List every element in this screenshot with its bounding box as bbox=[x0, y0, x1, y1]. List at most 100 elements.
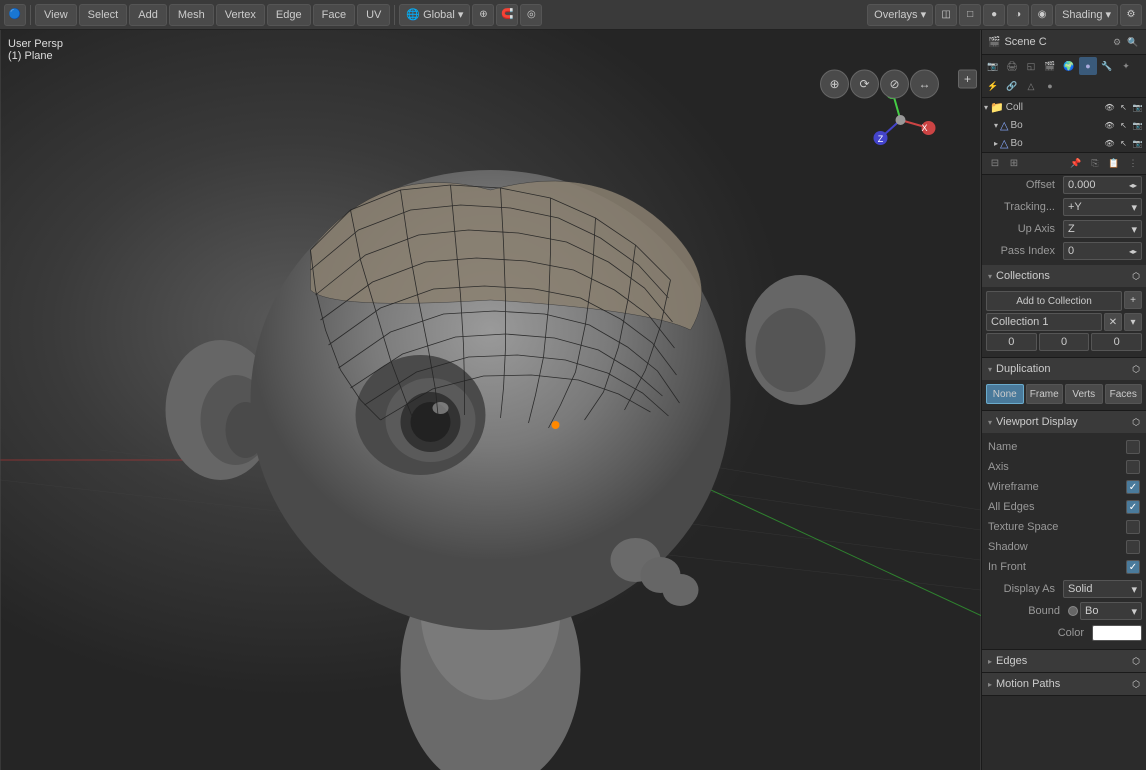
name-label: Name bbox=[988, 441, 1017, 453]
axis-row: Axis bbox=[986, 457, 1142, 477]
bound-dropdown[interactable]: Bo ▾ bbox=[1080, 602, 1142, 620]
expand-all-icon[interactable]: ⬡ bbox=[1132, 271, 1140, 282]
rendered-icon[interactable]: ◉ bbox=[1031, 4, 1053, 26]
num-box-1[interactable]: 0 bbox=[986, 333, 1037, 351]
mode-dropdown[interactable]: 🌐 Global ▾ bbox=[399, 4, 470, 26]
remove-collection-btn[interactable]: ✕ bbox=[1104, 313, 1122, 331]
dup-faces-btn[interactable]: Faces bbox=[1105, 384, 1143, 404]
pin-icon[interactable]: 📌 bbox=[1067, 155, 1085, 173]
more-icon[interactable]: ⋮ bbox=[1124, 155, 1142, 173]
outliner-icons: ⚙ 🔍 bbox=[1110, 35, 1140, 49]
filter-icon[interactable]: ⚙ bbox=[1110, 35, 1124, 49]
render-vis-icon3[interactable]: 📷 bbox=[1131, 137, 1144, 150]
paste-icon[interactable]: 📋 bbox=[1105, 155, 1123, 173]
proportional-edit[interactable]: ◎ bbox=[520, 4, 542, 26]
mesh-menu[interactable]: Mesh bbox=[169, 4, 214, 26]
scene-prop-icon[interactable]: 🎬 bbox=[1041, 57, 1059, 75]
tree-coll[interactable]: ▾ 📁 Coll 👁 ↖ 📷 bbox=[982, 98, 1146, 116]
tree-bo1[interactable]: ▾ △ Bo 👁 ↖ 📷 bbox=[982, 116, 1146, 134]
object-icon[interactable]: ● bbox=[1079, 57, 1097, 75]
shadow-checkbox[interactable] bbox=[1126, 540, 1140, 554]
snap-icon[interactable]: 🧲 bbox=[496, 4, 518, 26]
render-vis-icon2[interactable]: 📷 bbox=[1131, 119, 1144, 132]
material-prop-icon[interactable]: ● bbox=[1041, 77, 1059, 95]
vertical-layout-icon[interactable]: ⊟ bbox=[986, 155, 1004, 173]
material-icon[interactable]: ◑ bbox=[1007, 4, 1029, 26]
wireframe-icon[interactable]: □ bbox=[959, 4, 981, 26]
blender-icon[interactable]: 🔵 bbox=[4, 4, 26, 26]
cursor-icon2[interactable]: ↖ bbox=[1117, 119, 1130, 132]
shading-dropdown[interactable]: Shading ▾ bbox=[1055, 4, 1118, 26]
render-properties-icon[interactable]: ⚙ bbox=[1120, 4, 1142, 26]
expand-edges-icon[interactable]: ⬡ bbox=[1132, 656, 1140, 667]
up-axis-dropdown[interactable]: Z ▾ bbox=[1063, 220, 1142, 238]
render-vis-icon[interactable]: 📷 bbox=[1131, 101, 1144, 114]
color-label: Color bbox=[986, 627, 1088, 639]
in-front-checkbox[interactable] bbox=[1126, 560, 1140, 574]
edge-menu[interactable]: Edge bbox=[267, 4, 311, 26]
transform-orientations[interactable]: ⊕ bbox=[472, 4, 494, 26]
uv-menu[interactable]: UV bbox=[357, 4, 390, 26]
add-new-collection-btn[interactable]: + bbox=[1124, 291, 1142, 309]
add-menu[interactable]: Add bbox=[129, 4, 167, 26]
physics-icon[interactable]: ⚡ bbox=[984, 77, 1002, 95]
texture-space-checkbox[interactable] bbox=[1126, 520, 1140, 534]
particles-icon[interactable]: ✦ bbox=[1117, 57, 1135, 75]
xray-icon[interactable]: ◫ bbox=[935, 4, 957, 26]
all-edges-checkbox[interactable] bbox=[1126, 500, 1140, 514]
motion-paths-header[interactable]: ▸ Motion Paths ⬡ bbox=[982, 673, 1146, 695]
face-menu[interactable]: Face bbox=[313, 4, 355, 26]
eye-icon2[interactable]: 👁 bbox=[1103, 119, 1116, 132]
vertex-menu[interactable]: Vertex bbox=[216, 4, 265, 26]
tree-bo2[interactable]: ▸ △ Bo 👁 ↖ 📷 bbox=[982, 134, 1146, 152]
expand-motion-icon[interactable]: ⬡ bbox=[1132, 679, 1140, 690]
dup-frame-btn[interactable]: Frame bbox=[1026, 384, 1064, 404]
eye-icon[interactable]: 👁 bbox=[1103, 101, 1116, 114]
expand-all-icon3[interactable]: ⬡ bbox=[1132, 417, 1140, 428]
add-collection-row: Add to Collection + bbox=[986, 291, 1142, 311]
num-box-2[interactable]: 0 bbox=[1039, 333, 1090, 351]
collections-header[interactable]: ▾ Collections ⬡ bbox=[982, 265, 1146, 287]
eye-icon3[interactable]: 👁 bbox=[1103, 137, 1116, 150]
collection-name-field[interactable]: Collection 1 bbox=[986, 313, 1102, 331]
wireframe-checkbox[interactable] bbox=[1126, 480, 1140, 494]
viewport-display-header[interactable]: ▾ Viewport Display ⬡ bbox=[982, 411, 1146, 433]
render-icon[interactable]: 📷 bbox=[984, 57, 1002, 75]
axis-checkbox[interactable] bbox=[1126, 460, 1140, 474]
cursor-icon3[interactable]: ↖ bbox=[1117, 137, 1130, 150]
viewport[interactable]: X Y Z ⊕ ⟳ ⊘ ↔ bbox=[0, 30, 981, 770]
mesh-icon: △ bbox=[1000, 119, 1008, 132]
world-icon[interactable]: 🌍 bbox=[1060, 57, 1078, 75]
num-box-3[interactable]: 0 bbox=[1091, 333, 1142, 351]
bo1-label: Bo bbox=[1010, 120, 1022, 131]
add-to-collection-btn[interactable]: Add to Collection bbox=[986, 291, 1122, 311]
offset-input[interactable]: 0.000 ◂▸ bbox=[1063, 176, 1142, 194]
search-icon[interactable]: 🔍 bbox=[1126, 35, 1140, 49]
cursor-icon[interactable]: ↖ bbox=[1117, 101, 1130, 114]
collection-item-row: Collection 1 ✕ ▾ bbox=[986, 313, 1142, 331]
edges-header[interactable]: ▸ Edges ⬡ bbox=[982, 650, 1146, 672]
collection-options-btn[interactable]: ▾ bbox=[1124, 313, 1142, 331]
solid-icon[interactable]: ● bbox=[983, 4, 1005, 26]
pass-index-input[interactable]: 0 ◂▸ bbox=[1063, 242, 1142, 260]
tracking-dropdown[interactable]: +Y ▾ bbox=[1063, 198, 1142, 216]
color-swatch[interactable] bbox=[1092, 625, 1142, 641]
outliner-header: 🎬 Scene C ⚙ 🔍 bbox=[982, 30, 1146, 55]
expand-all-icon2[interactable]: ⬡ bbox=[1132, 364, 1140, 375]
copy-icon[interactable]: ⎘ bbox=[1086, 155, 1104, 173]
name-checkbox[interactable] bbox=[1126, 440, 1140, 454]
bound-color-dot[interactable] bbox=[1068, 606, 1078, 616]
dup-none-btn[interactable]: None bbox=[986, 384, 1024, 404]
modifier-icon[interactable]: 🔧 bbox=[1098, 57, 1116, 75]
display-as-dropdown[interactable]: Solid ▾ bbox=[1063, 580, 1142, 598]
view-layer-icon[interactable]: ◱ bbox=[1022, 57, 1040, 75]
view-menu[interactable]: View bbox=[35, 4, 77, 26]
data-icon[interactable]: △ bbox=[1022, 77, 1040, 95]
constraints-icon[interactable]: 🔗 bbox=[1003, 77, 1021, 95]
overlays-dropdown[interactable]: Overlays ▾ bbox=[867, 4, 933, 26]
duplication-header[interactable]: ▾ Duplication ⬡ bbox=[982, 358, 1146, 380]
horizontal-layout-icon[interactable]: ⊞ bbox=[1005, 155, 1023, 173]
dup-verts-btn[interactable]: Verts bbox=[1065, 384, 1103, 404]
output-icon[interactable]: 🖨 bbox=[1003, 57, 1021, 75]
select-menu[interactable]: Select bbox=[79, 4, 128, 26]
